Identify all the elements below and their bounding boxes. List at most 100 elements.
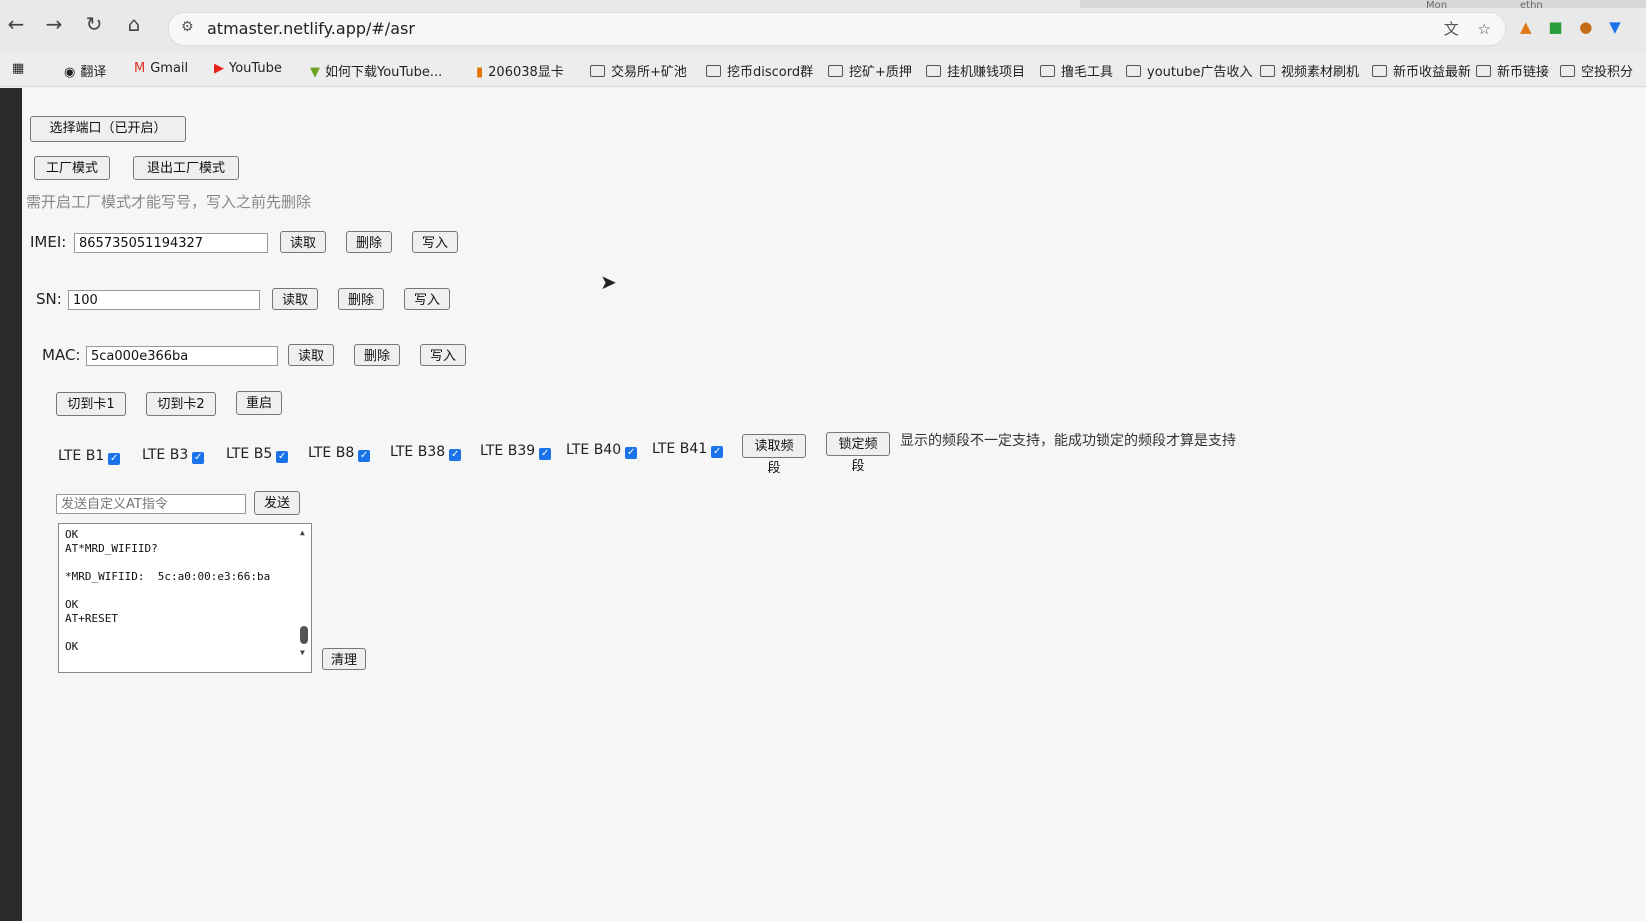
forward-icon[interactable]: → bbox=[40, 10, 68, 38]
bookmark-folder-youtube-ads[interactable]: youtube广告收入 bbox=[1126, 61, 1252, 80]
band-b1[interactable]: LTE B1 ✓ bbox=[58, 448, 121, 465]
reload-icon[interactable]: ↻ bbox=[80, 10, 108, 38]
checkbox-checked-icon[interactable]: ✓ bbox=[449, 449, 462, 461]
folder-icon bbox=[590, 65, 605, 77]
checkbox-checked-icon[interactable]: ✓ bbox=[192, 452, 205, 464]
bookmark-gpu[interactable]: ▮ 206038显卡 bbox=[476, 61, 564, 80]
folder-icon bbox=[1476, 65, 1491, 77]
bookmark-folder-video[interactable]: 视频素材刷机 bbox=[1260, 61, 1359, 80]
imei-label: IMEI: bbox=[30, 233, 67, 251]
imei-delete-button[interactable]: 删除 bbox=[346, 231, 392, 253]
apps-grid-icon[interactable]: ▦ bbox=[12, 61, 24, 76]
folder-icon bbox=[828, 65, 843, 77]
mac-read-button[interactable]: 读取 bbox=[288, 344, 334, 366]
translate-page-icon[interactable]: 文 bbox=[1444, 20, 1459, 38]
scroll-up-icon[interactable]: ▲ bbox=[300, 528, 305, 537]
folder-icon bbox=[926, 65, 941, 77]
browser-toolbar: ← → ↻ ⌂ ⚙ atmaster.netlify.app/#/asr 文 ☆… bbox=[0, 0, 1646, 53]
checkbox-checked-icon[interactable]: ✓ bbox=[539, 448, 552, 460]
band-b39[interactable]: LTE B39 ✓ bbox=[480, 443, 552, 460]
bookmark-folder-mining[interactable]: 挖矿+质押 bbox=[828, 61, 912, 80]
translate-icon: ◉ bbox=[64, 65, 76, 80]
clear-button[interactable]: 清理 bbox=[322, 648, 366, 670]
mac-input[interactable] bbox=[86, 346, 278, 366]
site-icon: ▮ bbox=[476, 65, 484, 80]
back-icon[interactable]: ← bbox=[2, 10, 30, 38]
bookmark-gmail[interactable]: M Gmail bbox=[134, 61, 188, 76]
console-text: OK AT*MRD_WIFIID? *MRD_WIFIID: 5c:a0:00:… bbox=[65, 528, 271, 653]
imei-write-button[interactable]: 写入 bbox=[412, 231, 458, 253]
select-port-button[interactable]: 选择端口（已开启） bbox=[30, 116, 186, 142]
at-command-input[interactable] bbox=[56, 494, 246, 514]
scroll-thumb[interactable] bbox=[300, 626, 308, 644]
sn-delete-button[interactable]: 删除 bbox=[338, 288, 384, 310]
lock-bands-button[interactable]: 锁定频段 bbox=[826, 432, 890, 474]
folder-icon bbox=[1126, 65, 1141, 77]
bookmark-translate[interactable]: ◉ 翻译 bbox=[64, 61, 106, 80]
bookmark-folder-airdrop[interactable]: 空投积分 bbox=[1560, 61, 1633, 80]
switch-card1-button[interactable]: 切到卡1 bbox=[56, 392, 126, 416]
folder-icon bbox=[1040, 65, 1055, 77]
site-info-icon[interactable]: ⚙ bbox=[181, 19, 194, 35]
bands-note: 显示的频段不一定支持，能成功锁定的频段才算是支持 bbox=[900, 433, 1236, 449]
mac-delete-button[interactable]: 删除 bbox=[354, 344, 400, 366]
gmail-icon: M bbox=[134, 61, 146, 76]
reboot-button[interactable]: 重启 bbox=[236, 391, 282, 415]
send-button[interactable]: 发送 bbox=[254, 491, 300, 515]
band-b40[interactable]: LTE B40 ✓ bbox=[566, 442, 638, 459]
bookmark-folder-idle[interactable]: 挂机赚钱项目 bbox=[926, 61, 1025, 80]
bookmark-folder-tools[interactable]: 撸毛工具 bbox=[1040, 61, 1113, 80]
bookmark-download-youtube[interactable]: ▼ 如何下载YouTube... bbox=[310, 61, 442, 80]
sn-read-button[interactable]: 读取 bbox=[272, 288, 318, 310]
checkbox-checked-icon[interactable]: ✓ bbox=[625, 447, 638, 459]
sn-input[interactable] bbox=[68, 290, 260, 310]
youtube-icon: ▶ bbox=[214, 61, 224, 76]
scroll-down-icon[interactable]: ▼ bbox=[300, 648, 305, 657]
bookmarks-bar: ▦ ◉ 翻译 M Gmail ▶ YouTube ▼ 如何下载YouTube... ▮ 2… bbox=[0, 52, 1646, 87]
imei-read-button[interactable]: 读取 bbox=[280, 231, 326, 253]
page-content bbox=[0, 88, 1646, 921]
url-text[interactable]: atmaster.netlify.app/#/asr bbox=[207, 19, 415, 38]
band-b5[interactable]: LTE B5 ✓ bbox=[226, 446, 289, 463]
checkbox-checked-icon[interactable]: ✓ bbox=[711, 446, 724, 458]
bookmark-star-icon[interactable]: ☆ bbox=[1478, 20, 1491, 38]
factory-mode-button[interactable]: 工厂模式 bbox=[34, 156, 110, 180]
read-bands-button[interactable]: 读取频段 bbox=[742, 434, 806, 476]
address-bar[interactable]: ⚙ atmaster.netlify.app/#/asr 文 ☆ bbox=[168, 12, 1506, 46]
exit-factory-mode-button[interactable]: 退出工厂模式 bbox=[133, 156, 239, 180]
extension-orange-icon[interactable]: ● bbox=[1579, 18, 1592, 36]
extensions-area: ▲ ■ ● ▼ bbox=[1520, 18, 1633, 36]
bookmark-folder-discord[interactable]: 挖币discord群 bbox=[706, 61, 813, 80]
console-output[interactable]: OK AT*MRD_WIFIID? *MRD_WIFIID: 5c:a0:00:… bbox=[58, 523, 312, 673]
tab-glimpse-1[interactable]: Mon bbox=[1426, 0, 1447, 11]
extension-green-icon[interactable]: ■ bbox=[1548, 18, 1562, 36]
metamask-icon[interactable]: ▲ bbox=[1520, 18, 1532, 36]
bookmark-folder-coin-links[interactable]: 新币链接 bbox=[1476, 61, 1549, 80]
bookmark-folder-exchanges[interactable]: 交易所+矿池 bbox=[590, 61, 687, 80]
bookmark-folder-new-coins[interactable]: 新币收益最新 bbox=[1372, 61, 1471, 80]
home-icon[interactable]: ⌂ bbox=[120, 10, 148, 38]
folder-icon bbox=[1260, 65, 1275, 77]
screen-bezel-left bbox=[0, 88, 22, 921]
mac-label: MAC: bbox=[42, 346, 81, 364]
sn-label: SN: bbox=[36, 290, 62, 308]
folder-icon bbox=[706, 65, 721, 77]
sn-write-button[interactable]: 写入 bbox=[404, 288, 450, 310]
checkbox-checked-icon[interactable]: ✓ bbox=[108, 453, 121, 465]
band-b3[interactable]: LTE B3 ✓ bbox=[142, 447, 205, 464]
checkbox-checked-icon[interactable]: ✓ bbox=[358, 450, 371, 462]
checkbox-checked-icon[interactable]: ✓ bbox=[276, 451, 289, 463]
browser-window: ← → ↻ ⌂ ⚙ atmaster.netlify.app/#/asr 文 ☆… bbox=[0, 0, 1646, 921]
switch-card2-button[interactable]: 切到卡2 bbox=[146, 392, 216, 416]
tabstrip-edge: Mon ethn bbox=[1080, 0, 1646, 11]
band-b41[interactable]: LTE B41 ✓ bbox=[652, 441, 724, 458]
folder-icon bbox=[1560, 65, 1575, 77]
bookmark-youtube[interactable]: ▶ YouTube bbox=[214, 61, 282, 76]
band-b38[interactable]: LTE B38 ✓ bbox=[390, 444, 462, 461]
mac-write-button[interactable]: 写入 bbox=[420, 344, 466, 366]
console-scrollbar[interactable]: ▲ ▼ bbox=[299, 528, 309, 668]
band-b8[interactable]: LTE B8 ✓ bbox=[308, 445, 371, 462]
tab-glimpse-2[interactable]: ethn bbox=[1520, 0, 1543, 11]
imei-input[interactable] bbox=[74, 233, 268, 253]
extension-blue-icon[interactable]: ▼ bbox=[1609, 18, 1621, 36]
